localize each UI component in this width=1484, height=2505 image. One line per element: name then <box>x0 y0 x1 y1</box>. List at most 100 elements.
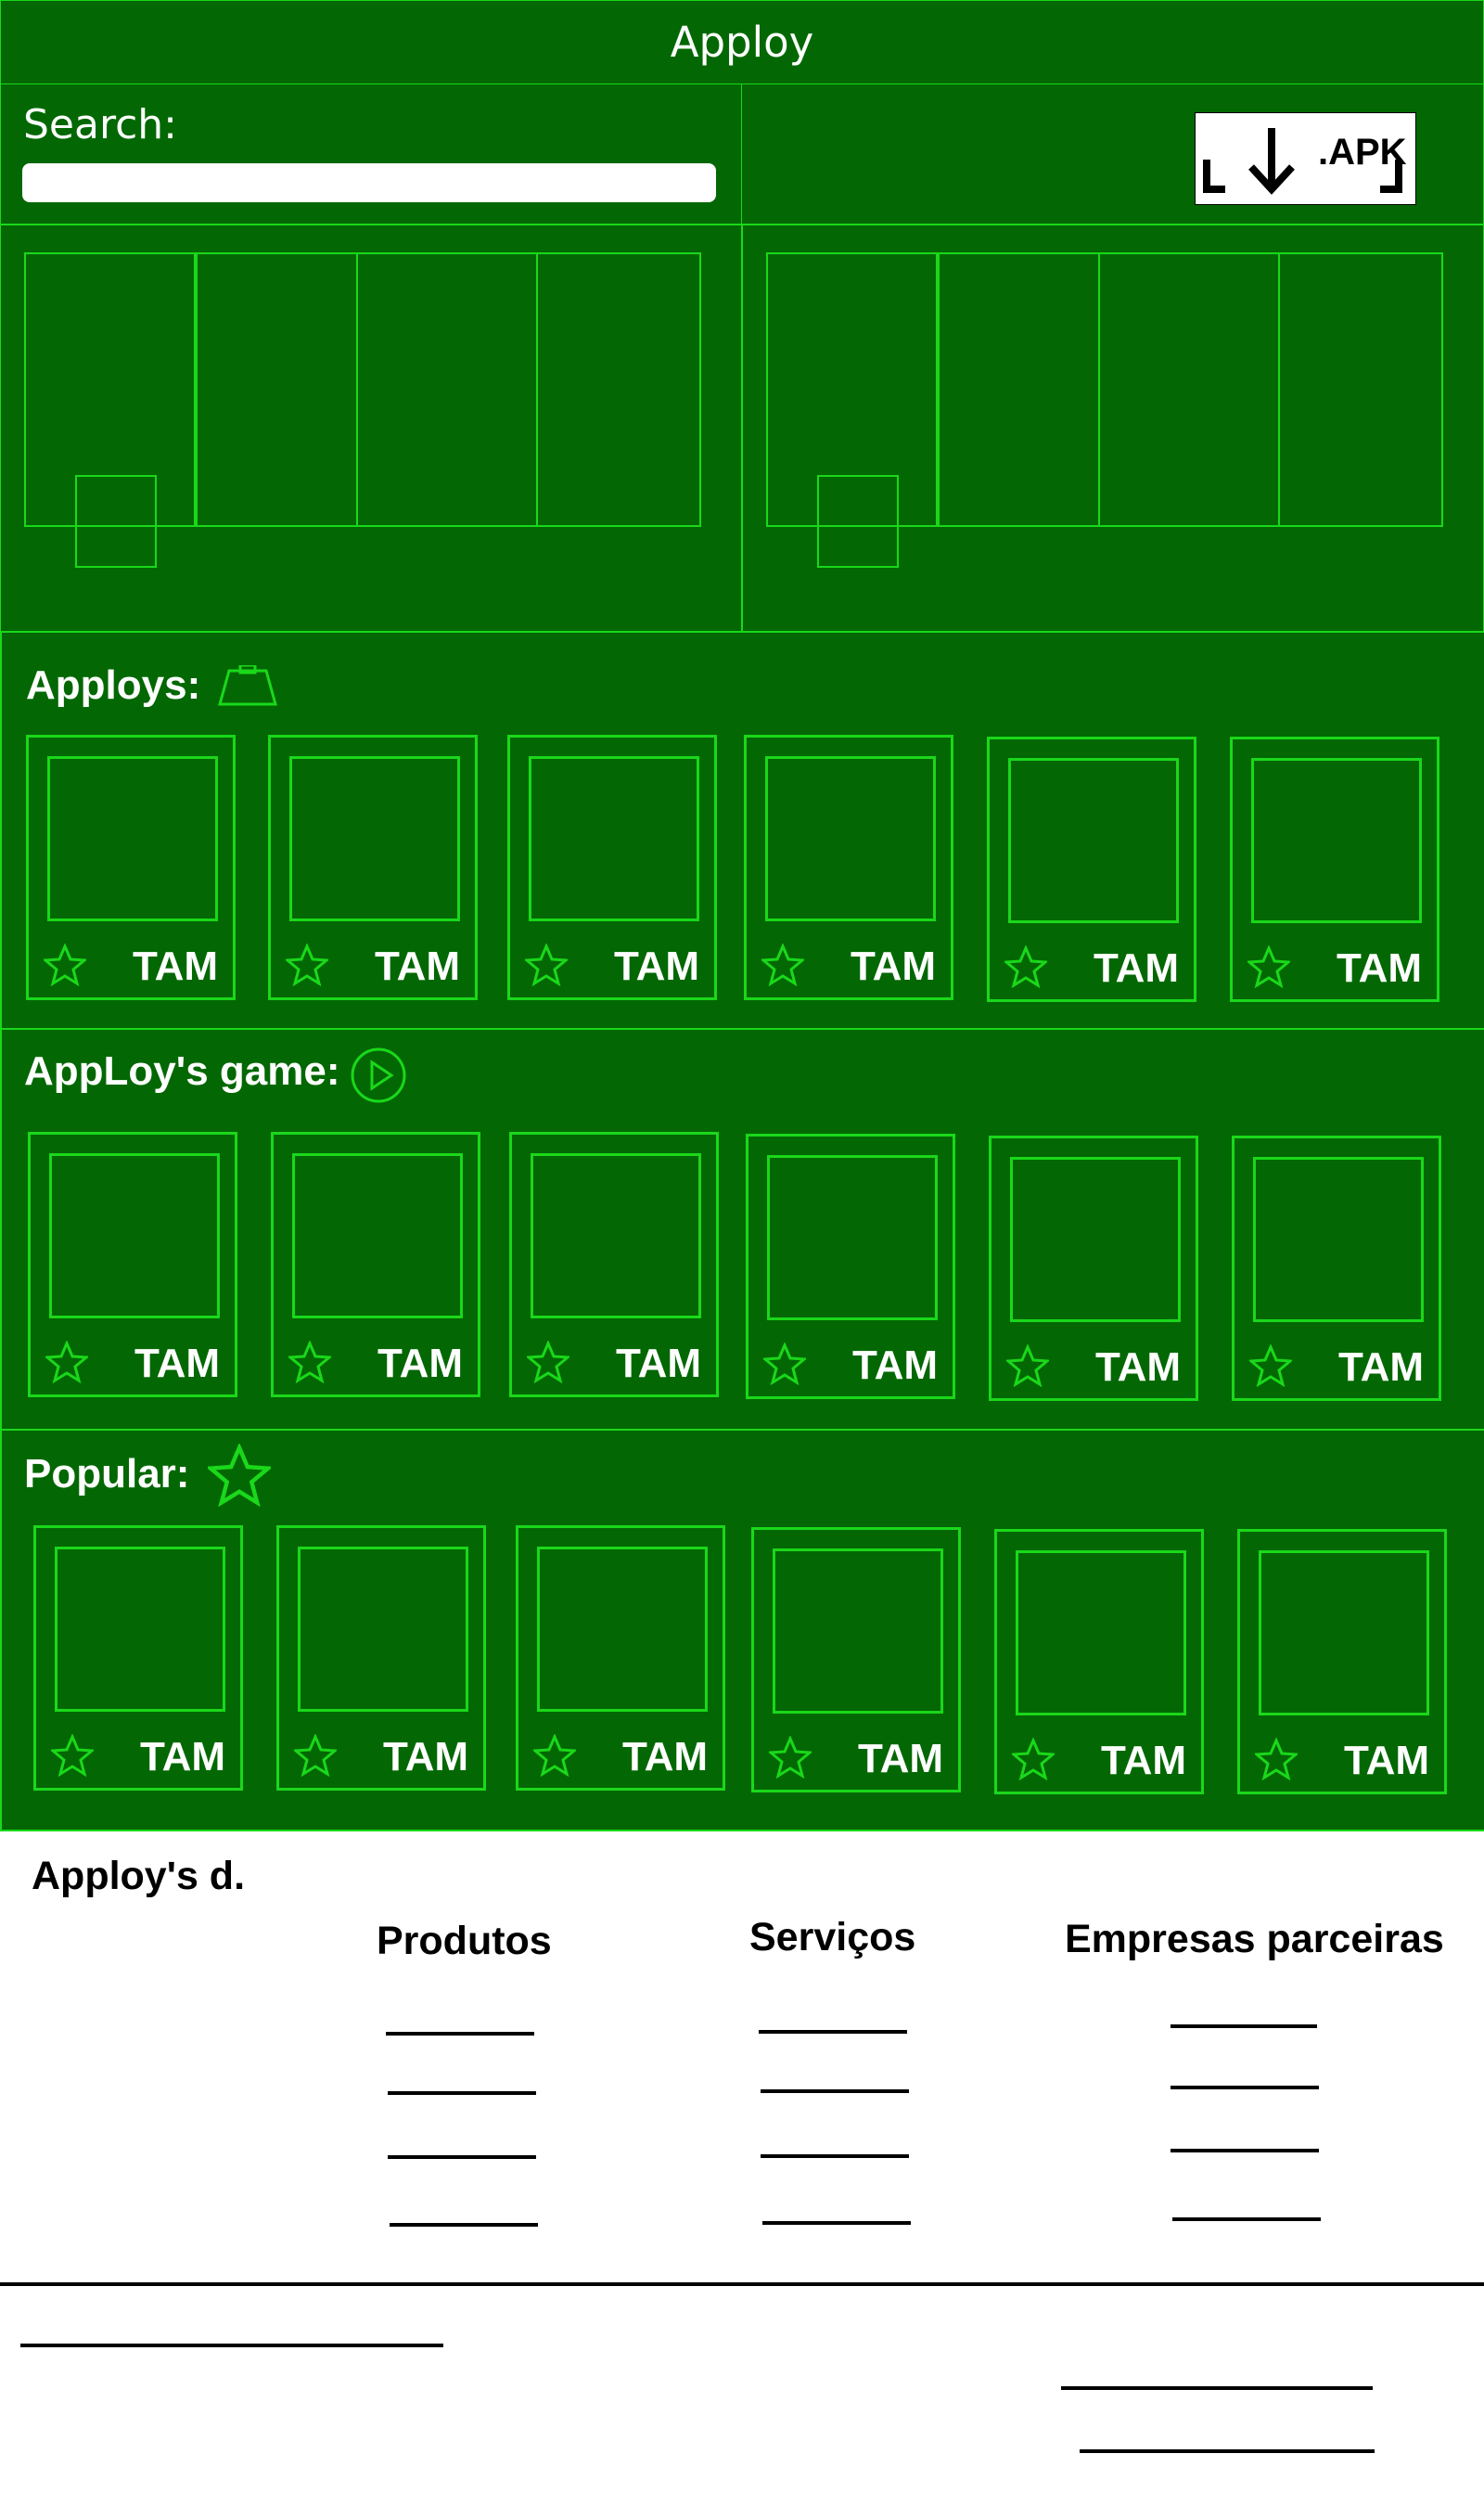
app-card-image <box>1253 1157 1424 1322</box>
app-card[interactable]: TAM <box>509 1132 719 1397</box>
app-card-image <box>767 1155 938 1320</box>
footer-link[interactable] <box>1172 2217 1321 2221</box>
footer-link[interactable] <box>761 2154 909 2158</box>
footer-column-products[interactable]: Produtos <box>377 1919 552 1964</box>
star-icon[interactable] <box>1004 945 1047 988</box>
star-icon[interactable] <box>533 1734 576 1777</box>
star-icon <box>208 1444 271 1507</box>
star-icon[interactable] <box>45 1341 88 1383</box>
star-icon[interactable] <box>763 1342 806 1385</box>
footer-link[interactable] <box>390 2223 538 2227</box>
star-icon[interactable] <box>761 944 804 986</box>
download-area: .APK <box>741 84 1484 225</box>
footer-info-line <box>1061 2386 1373 2390</box>
star-icon[interactable] <box>525 944 568 986</box>
app-card-image <box>531 1153 701 1318</box>
star-icon[interactable] <box>1006 1344 1049 1387</box>
footer-link[interactable] <box>1171 2149 1319 2152</box>
star-icon[interactable] <box>527 1341 569 1383</box>
app-header: Apploy <box>0 0 1484 84</box>
star-icon[interactable] <box>1247 945 1290 988</box>
app-card[interactable]: TAM <box>276 1525 486 1791</box>
star-icon[interactable] <box>1249 1344 1292 1387</box>
app-card-label: TAM <box>140 1734 226 1779</box>
search-area: Search: <box>0 84 742 225</box>
footer-copyright-line <box>20 2344 443 2347</box>
app-card[interactable]: TAM <box>994 1529 1204 1794</box>
app-card-label: TAM <box>1094 945 1180 991</box>
app-card[interactable]: TAM <box>507 735 717 1000</box>
app-card[interactable]: TAM <box>989 1136 1198 1401</box>
footer-link[interactable] <box>759 2030 907 2034</box>
app-card[interactable]: TAM <box>268 735 478 1000</box>
star-icon[interactable] <box>1012 1738 1055 1780</box>
star-icon[interactable] <box>44 944 86 986</box>
app-card-label: TAM <box>134 1341 221 1386</box>
app-card-label: TAM <box>1338 1344 1425 1390</box>
apk-download-button[interactable]: .APK <box>1195 112 1416 205</box>
app-card-label: TAM <box>614 944 700 989</box>
app-card[interactable]: TAM <box>987 737 1196 1002</box>
footer-divider <box>0 2282 1484 2286</box>
banner-panel[interactable] <box>356 252 538 527</box>
app-card[interactable]: TAM <box>33 1525 243 1791</box>
app-card-label: TAM <box>133 944 219 989</box>
apk-label: .APK <box>1318 132 1407 173</box>
footer-link[interactable] <box>388 2091 536 2095</box>
app-card-label: TAM <box>375 944 461 989</box>
app-card-label: TAM <box>1095 1344 1182 1390</box>
app-card-image <box>289 756 460 921</box>
play-circle-icon[interactable] <box>349 1046 408 1105</box>
banner-panel[interactable] <box>1278 252 1443 527</box>
app-card[interactable]: TAM <box>744 735 953 1000</box>
banner-panel[interactable] <box>1098 252 1280 527</box>
app-card-image <box>765 756 936 921</box>
app-card[interactable]: TAM <box>516 1525 725 1791</box>
app-card[interactable]: TAM <box>1230 737 1439 1002</box>
star-icon[interactable] <box>294 1734 337 1777</box>
banner-right <box>742 225 1484 633</box>
app-card-label: TAM <box>851 944 937 989</box>
footer-link[interactable] <box>386 2032 534 2036</box>
banner-panel[interactable] <box>536 252 701 527</box>
app-card-image <box>47 756 218 921</box>
app-card[interactable]: TAM <box>26 735 236 1000</box>
star-icon[interactable] <box>286 944 328 986</box>
star-icon[interactable] <box>51 1734 94 1777</box>
footer-link[interactable] <box>762 2221 911 2225</box>
app-card[interactable]: TAM <box>271 1132 480 1397</box>
footer-link[interactable] <box>761 2089 909 2093</box>
app-card-label: TAM <box>1101 1738 1187 1783</box>
app-card[interactable]: TAM <box>751 1527 961 1792</box>
app-card[interactable]: TAM <box>746 1134 955 1399</box>
app-card[interactable]: TAM <box>1232 1136 1441 1401</box>
star-icon[interactable] <box>1255 1738 1298 1780</box>
footer-link[interactable] <box>1171 2086 1319 2089</box>
banner-panel[interactable] <box>936 252 1100 527</box>
section-popular: Popular: TAM TAM TAM TAM TAM TAM <box>0 1429 1484 1831</box>
app-card[interactable]: TAM <box>1237 1529 1447 1794</box>
app-card-image <box>1251 758 1422 923</box>
footer-title: Apploy's d. <box>32 1854 246 1898</box>
app-card-image <box>55 1547 225 1712</box>
app-card-label: TAM <box>377 1341 464 1386</box>
section-game: AppLoy's game: TAM TAM TAM TAM TAM TAM <box>0 1028 1484 1431</box>
banner-thumbnail[interactable] <box>75 475 157 568</box>
search-input[interactable] <box>22 163 716 202</box>
app-card-image <box>773 1548 943 1714</box>
weight-icon <box>218 665 277 706</box>
footer-link[interactable] <box>388 2155 536 2159</box>
star-icon[interactable] <box>288 1341 331 1383</box>
footer-link[interactable] <box>1171 2024 1317 2028</box>
app-card-image <box>537 1547 708 1712</box>
banner-thumbnail[interactable] <box>817 475 899 568</box>
footer-column-partners[interactable]: Empresas parceiras <box>1065 1917 1444 1962</box>
app-card-image <box>1016 1550 1186 1715</box>
star-icon[interactable] <box>769 1736 812 1779</box>
banner-panel[interactable] <box>194 252 358 527</box>
app-card-label: TAM <box>1337 945 1423 991</box>
footer-column-services[interactable]: Serviços <box>749 1915 915 1960</box>
footer-info-line <box>1080 2449 1375 2453</box>
app-card-label: TAM <box>852 1342 939 1388</box>
app-card[interactable]: TAM <box>28 1132 237 1397</box>
